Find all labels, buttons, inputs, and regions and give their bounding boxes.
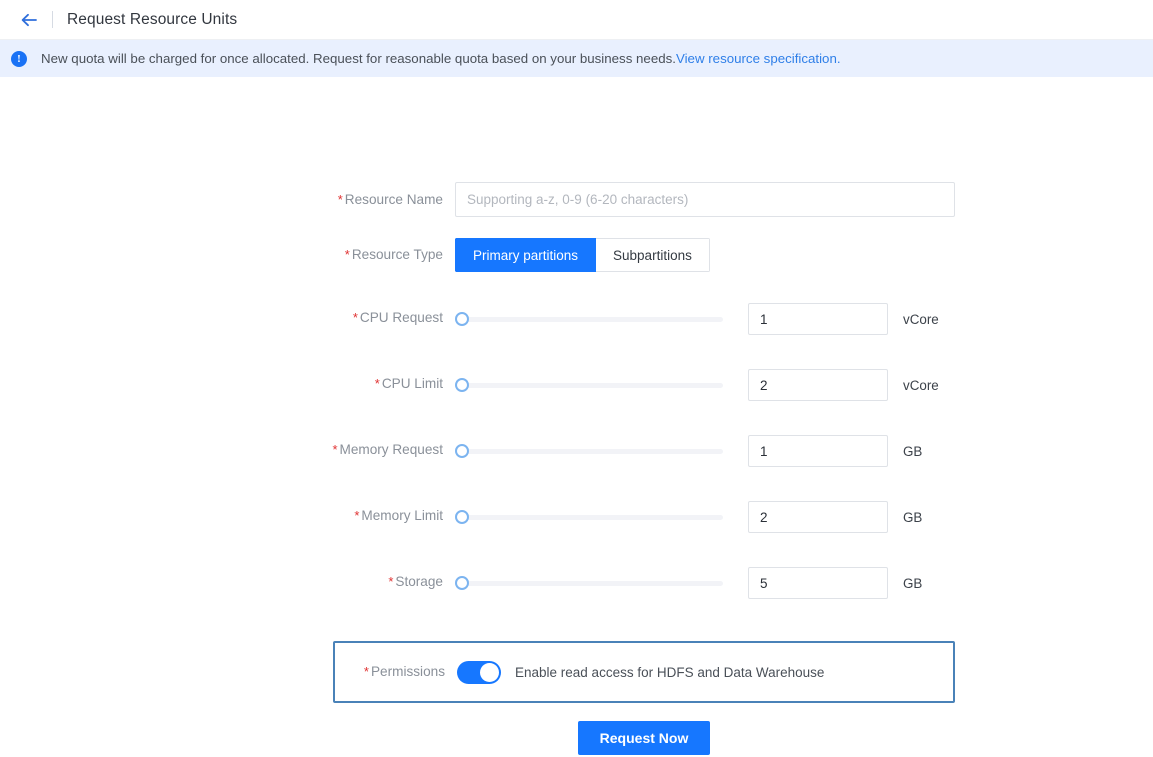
page-header: Request Resource Units bbox=[0, 0, 1153, 40]
info-banner-text: New quota will be charged for once alloc… bbox=[41, 51, 841, 66]
resource-name-input[interactable] bbox=[455, 182, 955, 217]
label-cpu-request: * CPU Request bbox=[0, 303, 455, 333]
required-marker: * bbox=[363, 664, 369, 679]
slider-track bbox=[461, 580, 723, 586]
cpu-limit-slider[interactable] bbox=[455, 370, 723, 400]
label-text: Resource Type bbox=[351, 247, 443, 262]
form-row-cpu-limit: *CPU Limit vCore bbox=[0, 369, 1153, 435]
back-arrow-icon[interactable] bbox=[18, 9, 40, 31]
required-marker: * bbox=[388, 574, 394, 589]
slider-track bbox=[461, 514, 723, 520]
label-resource-name: * Resource Name bbox=[0, 182, 455, 217]
label-memory-limit: * Memory Limit bbox=[0, 501, 455, 531]
form-row-resource-name: * Resource Name bbox=[0, 182, 1153, 238]
cpu-request-value-input[interactable] bbox=[748, 303, 888, 335]
control-cpu-limit: vCore bbox=[455, 369, 1153, 401]
control-storage: GB bbox=[455, 567, 1153, 599]
slider-track bbox=[461, 316, 723, 322]
label-cpu-limit: * CPU Limit bbox=[0, 369, 455, 399]
control-memory-request: GB bbox=[455, 435, 1153, 467]
required-marker: * bbox=[354, 508, 360, 523]
required-marker: * bbox=[344, 247, 350, 262]
required-marker: * bbox=[332, 442, 338, 457]
form-row-memory-limit: *Memory Limit GB bbox=[0, 501, 1153, 567]
memory-limit-value-input[interactable] bbox=[748, 501, 888, 533]
memory-request-value-input[interactable] bbox=[748, 435, 888, 467]
form-row-storage: *Storage GB bbox=[0, 567, 1153, 633]
memory-limit-unit: GB bbox=[903, 509, 923, 525]
label-storage: * Storage bbox=[0, 567, 455, 597]
permissions-toggle[interactable] bbox=[457, 660, 501, 684]
resource-type-option-primary-partitions[interactable]: Primary partitions bbox=[455, 238, 597, 272]
toggle-knob bbox=[480, 662, 499, 682]
label-permissions: * Permissions bbox=[335, 660, 457, 684]
label-resource-type: * Resource Type bbox=[0, 238, 455, 272]
view-resource-specification-link[interactable]: View resource specification. bbox=[676, 51, 841, 66]
required-marker: * bbox=[352, 310, 358, 325]
resource-type-option-subpartitions[interactable]: Subpartitions bbox=[596, 238, 710, 272]
slider-handle[interactable] bbox=[455, 576, 469, 590]
memory-limit-slider[interactable] bbox=[455, 502, 723, 532]
label-text: Resource Name bbox=[344, 192, 443, 207]
label-text: CPU Limit bbox=[381, 376, 443, 391]
slider-track bbox=[461, 448, 723, 454]
page-title: Request Resource Units bbox=[67, 10, 238, 28]
label-text: Memory Request bbox=[339, 442, 444, 457]
slider-track bbox=[461, 382, 723, 388]
info-banner-message: New quota will be charged for once alloc… bbox=[41, 51, 676, 66]
cpu-limit-unit: vCore bbox=[903, 377, 939, 393]
slider-handle[interactable] bbox=[455, 312, 469, 326]
control-resource-name bbox=[455, 182, 1153, 217]
control-resource-type: Primary partitions Subpartitions bbox=[455, 238, 1153, 272]
memory-request-slider[interactable] bbox=[455, 436, 723, 466]
required-marker: * bbox=[374, 376, 380, 391]
cpu-request-unit: vCore bbox=[903, 311, 939, 327]
label-text: Storage bbox=[395, 574, 443, 589]
info-circle-icon: ! bbox=[11, 50, 27, 67]
required-marker: * bbox=[337, 192, 343, 207]
permissions-description: Enable read access for HDFS and Data War… bbox=[515, 664, 825, 680]
permissions-section: * Permissions Enable read access for HDFS… bbox=[333, 641, 955, 703]
info-banner: ! New quota will be charged for once all… bbox=[0, 40, 1153, 77]
request-now-button[interactable]: Request Now bbox=[577, 721, 711, 755]
form-row-memory-request: *Memory Request GB bbox=[0, 435, 1153, 501]
label-text: CPU Request bbox=[359, 310, 443, 325]
resource-type-segmented-control: Primary partitions Subpartitions bbox=[455, 238, 710, 272]
storage-slider[interactable] bbox=[455, 568, 723, 598]
label-text: Memory Limit bbox=[361, 508, 443, 523]
label-memory-request: * Memory Request bbox=[0, 435, 455, 465]
header-divider bbox=[52, 11, 53, 28]
slider-handle[interactable] bbox=[455, 378, 469, 392]
request-form: *Resource Name *Resource Type Primary pa… bbox=[0, 77, 1153, 755]
submit-row: Request Now bbox=[333, 721, 955, 755]
cpu-limit-value-input[interactable] bbox=[748, 369, 888, 401]
slider-handle[interactable] bbox=[455, 444, 469, 458]
control-cpu-request: vCore bbox=[455, 303, 1153, 335]
slider-handle[interactable] bbox=[455, 510, 469, 524]
storage-unit: GB bbox=[903, 575, 923, 591]
storage-value-input[interactable] bbox=[748, 567, 888, 599]
form-row-resource-type: * Resource Type Primary partitions Subpar… bbox=[0, 238, 1153, 303]
form-row-cpu-request: *CPU Request vCore bbox=[0, 303, 1153, 369]
label-text: Permissions bbox=[370, 664, 445, 679]
cpu-request-slider[interactable] bbox=[455, 304, 723, 334]
control-memory-limit: GB bbox=[455, 501, 1153, 533]
memory-request-unit: GB bbox=[903, 443, 923, 459]
